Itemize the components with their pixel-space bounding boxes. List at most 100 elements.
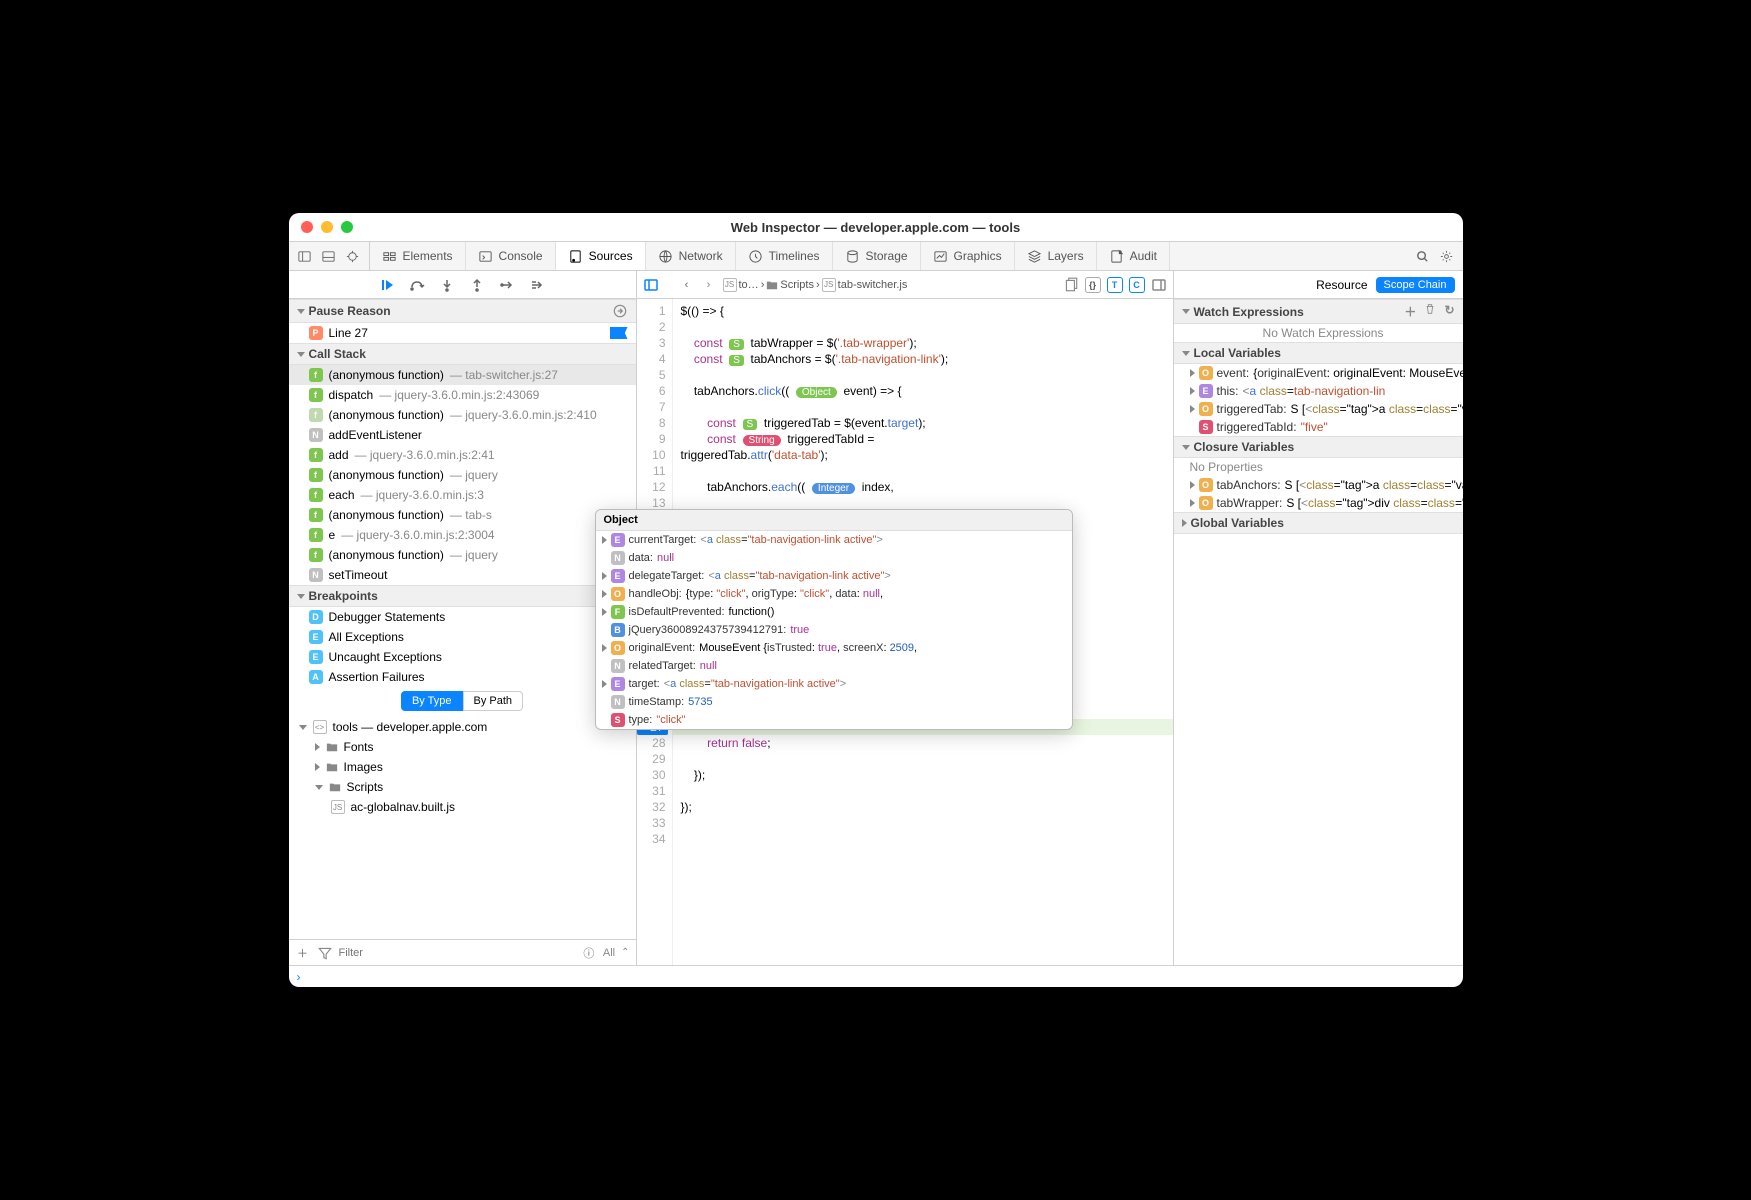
step-into-icon[interactable]: [439, 277, 455, 293]
dock-bottom-icon[interactable]: [321, 248, 337, 264]
tabbar-right: [1407, 242, 1463, 270]
frame-badge-icon: f: [309, 408, 323, 422]
popover-property[interactable]: FisDefaultPrevented: function(): [596, 603, 1072, 621]
warning-icon[interactable]: ⓘ: [581, 945, 597, 961]
type-badge-icon: O: [1199, 402, 1213, 416]
goto-icon[interactable]: [612, 303, 628, 319]
scope-variable[interactable]: Oevent: {originalEvent: originalEvent: M…: [1174, 364, 1463, 382]
bp-mode-bypath[interactable]: By Path: [463, 691, 524, 711]
scope-variable[interactable]: OtriggeredTab: S [<class="tag">a class=c…: [1174, 400, 1463, 418]
local-header[interactable]: Local Variables: [1174, 342, 1463, 364]
copy-icon[interactable]: [1063, 277, 1079, 293]
popover-property[interactable]: BjQuery36008924375739412791: true: [596, 621, 1072, 639]
type-badge-icon: O: [1199, 496, 1213, 510]
popover-property[interactable]: Ndata: null: [596, 549, 1072, 567]
pretty-print-icon[interactable]: {}: [1085, 277, 1101, 293]
nav-folder[interactable]: Images: [289, 757, 636, 777]
callstack-frame[interactable]: f(anonymous function) — tab-s: [289, 505, 636, 525]
watch-header[interactable]: Watch Expressions＋↻: [1174, 299, 1463, 324]
popover-property[interactable]: EcurrentTarget: <a class="tab-navigation…: [596, 531, 1072, 549]
breakpoint-row[interactable]: AAssertion Failures: [289, 667, 636, 687]
source-toolbar: ‹ › JSto… › Scripts › JStab-switcher.js …: [637, 271, 1173, 299]
zoom-icon[interactable]: [341, 221, 353, 233]
trash-icon[interactable]: [1424, 303, 1436, 320]
breakpoints-header[interactable]: Breakpoints: [289, 585, 636, 607]
step-over-icon[interactable]: [409, 277, 425, 293]
chevron-icon[interactable]: ⌃: [621, 947, 629, 958]
popover-property[interactable]: EdelegateTarget: <a class="tab-navigatio…: [596, 567, 1072, 585]
pause-reason-row[interactable]: PLine 27: [289, 323, 636, 343]
breakpoint-row[interactable]: DDebugger Statements: [289, 607, 636, 627]
add-icon[interactable]: ＋: [295, 945, 311, 961]
tab-storage[interactable]: Storage: [833, 242, 921, 270]
right-sidebar-icon[interactable]: [1151, 277, 1167, 293]
breadcrumb[interactable]: JSto… › Scripts › JStab-switcher.js: [723, 278, 908, 292]
closure-empty: No Properties: [1174, 458, 1463, 476]
scope-variable[interactable]: Ethis: <a class=tab-navigation-lin: [1174, 382, 1463, 400]
breakpoint-row[interactable]: EAll Exceptions: [289, 627, 636, 647]
callstack-frame[interactable]: f(anonymous function) — jquery: [289, 545, 636, 565]
callstack-frame[interactable]: fdispatch — jquery-3.6.0.min.js:2:43069: [289, 385, 636, 405]
type-badge-icon: E: [611, 569, 625, 583]
add-icon[interactable]: ＋: [1404, 303, 1416, 320]
popover-property[interactable]: OhandleObj: {type: "click", origType: "c…: [596, 585, 1072, 603]
callstack-frame[interactable]: feach — jquery-3.6.0.min.js:3: [289, 485, 636, 505]
bp-mode-bytype[interactable]: By Type: [401, 691, 463, 711]
popover-property[interactable]: NrelatedTarget: null: [596, 657, 1072, 675]
sidebar-toggle-icon[interactable]: [643, 277, 659, 293]
popover-property[interactable]: Stype: "click": [596, 711, 1072, 729]
search-icon[interactable]: [1415, 248, 1431, 264]
filter-scope[interactable]: All: [603, 947, 615, 959]
coverage-icon[interactable]: C: [1129, 277, 1145, 293]
popover-property[interactable]: Etarget: <a class="tab-navigation-link a…: [596, 675, 1072, 693]
callstack-frame[interactable]: f(anonymous function) — jquery: [289, 465, 636, 485]
dock-detach-icon[interactable]: [345, 248, 361, 264]
scope-variable[interactable]: OtabWrapper: S [<class="tag">div class=c…: [1174, 494, 1463, 512]
pause-reason-header[interactable]: Pause Reason: [289, 299, 636, 323]
scope-chain-button[interactable]: Scope Chain: [1376, 277, 1455, 293]
resume-icon[interactable]: [379, 277, 395, 293]
popover-property[interactable]: NtimeStamp: 5735: [596, 693, 1072, 711]
scope-variable[interactable]: OtabAnchors: S [<class="tag">a class=cla…: [1174, 476, 1463, 494]
callstack-header[interactable]: Call Stack: [289, 343, 636, 365]
step-out-icon[interactable]: [469, 277, 485, 293]
nav-file[interactable]: JSac-globalnav.built.js: [289, 797, 636, 817]
minimize-icon[interactable]: [321, 221, 333, 233]
closure-header[interactable]: Closure Variables: [1174, 436, 1463, 458]
console-prompt[interactable]: ›: [289, 965, 1463, 987]
callstack-frame[interactable]: NaddEventListener: [289, 425, 636, 445]
tab-sources[interactable]: Sources: [556, 242, 646, 270]
types-icon[interactable]: T: [1107, 277, 1123, 293]
resource-label[interactable]: Resource: [1316, 278, 1367, 292]
tab-console[interactable]: Console: [466, 242, 556, 270]
tab-audit[interactable]: Audit: [1097, 242, 1170, 270]
gear-icon[interactable]: [1439, 248, 1455, 264]
callstack-frame[interactable]: fadd — jquery-3.6.0.min.js:2:41: [289, 445, 636, 465]
filter-input[interactable]: [339, 947, 575, 959]
scope-variable[interactable]: StriggeredTabId: "five": [1174, 418, 1463, 436]
filter-icon: [317, 945, 333, 961]
step-next-icon[interactable]: [529, 277, 545, 293]
tab-graphics[interactable]: Graphics: [921, 242, 1015, 270]
tab-elements[interactable]: Elements: [370, 242, 466, 270]
callstack-frame[interactable]: fe — jquery-3.6.0.min.js:2:3004: [289, 525, 636, 545]
dock-left-icon[interactable]: [297, 248, 313, 264]
tab-layers[interactable]: Layers: [1015, 242, 1097, 270]
nav-folder[interactable]: Fonts: [289, 737, 636, 757]
popover-title: Object: [596, 510, 1072, 531]
breakpoint-row[interactable]: EUncaught Exceptions: [289, 647, 636, 667]
global-header[interactable]: Global Variables: [1174, 512, 1463, 534]
popover-property[interactable]: OoriginalEvent: MouseEvent {isTrusted: t…: [596, 639, 1072, 657]
close-icon[interactable]: [301, 221, 313, 233]
refresh-icon[interactable]: ↻: [1444, 303, 1454, 320]
tab-network[interactable]: Network: [646, 242, 736, 270]
nav-root[interactable]: <>tools — developer.apple.com: [289, 717, 636, 737]
callstack-frame[interactable]: f(anonymous function) — tab-switcher.js:…: [289, 365, 636, 385]
tab-timelines[interactable]: Timelines: [736, 242, 833, 270]
step-icon[interactable]: [499, 277, 515, 293]
callstack-frame[interactable]: NsetTimeout: [289, 565, 636, 585]
nav-back-icon[interactable]: ‹: [679, 277, 695, 293]
callstack-frame[interactable]: f(anonymous function) — jquery-3.6.0.min…: [289, 405, 636, 425]
nav-fwd-icon[interactable]: ›: [701, 277, 717, 293]
nav-folder[interactable]: Scripts: [289, 777, 636, 797]
